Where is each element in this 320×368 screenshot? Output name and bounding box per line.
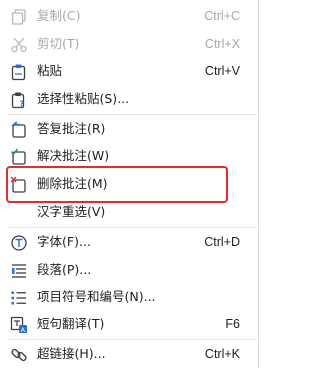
menu-item-resolve-comment[interactable]: 解决批注(W) <box>0 142 258 170</box>
menu-item-label: 超链接(H)... <box>37 346 106 361</box>
bullet-list-icon <box>10 289 28 307</box>
menu-item-label: 粘贴 <box>37 63 63 78</box>
menu-item-delete-comment[interactable]: 删除批注(M) <box>0 170 258 198</box>
menu-item-hyperlink[interactable]: 超链接(H)... Ctrl+K <box>0 340 258 368</box>
menu-item-shortcut: Ctrl+X <box>204 37 240 51</box>
menu-item-label: 解决批注(W) <box>37 148 110 163</box>
menu-item-reselect-chinese[interactable]: 汉字重选(V) <box>0 198 258 226</box>
menu-item-label: 选择性粘贴(S)... <box>37 91 130 106</box>
paste-icon <box>10 63 28 81</box>
menu-item-label: 汉字重选(V) <box>37 204 106 219</box>
menu-item-shortcut: Ctrl+K <box>204 347 240 361</box>
reply-comment-icon <box>10 121 28 139</box>
menu-item-label: 删除批注(M) <box>37 176 108 191</box>
menu-item-copy[interactable]: 复制(C) Ctrl+C <box>0 2 258 30</box>
menu-item-label: 段落(P)... <box>37 262 92 277</box>
menu-item-reply-comment[interactable]: 答复批注(R) <box>0 115 258 143</box>
menu-item-shortcut: Ctrl+C <box>204 9 240 23</box>
menu-item-shortcut: F6 <box>225 317 240 331</box>
menu-item-shortcut: Ctrl+V <box>204 64 240 78</box>
resolve-comment-icon <box>10 148 28 166</box>
menu-item-label: 剪切(T) <box>37 36 80 51</box>
menu-item-font[interactable]: 字体(F)... Ctrl+D <box>0 228 258 256</box>
delete-comment-icon <box>10 176 28 194</box>
paste-special-icon: ? <box>10 91 28 109</box>
menu-item-paragraph[interactable]: 段落(P)... <box>0 256 258 284</box>
menu-item-cut[interactable]: 剪切(T) Ctrl+X <box>0 30 258 58</box>
paragraph-icon <box>10 262 28 280</box>
menu-item-label: 复制(C) <box>37 8 81 23</box>
menu-item-label: 答复批注(R) <box>37 121 106 136</box>
svg-text:?: ? <box>20 100 25 109</box>
menu-item-translate[interactable]: A 短句翻译(T) F6 <box>0 310 258 338</box>
menu-item-paste[interactable]: 粘贴 Ctrl+V <box>0 57 258 85</box>
menu-item-label: 字体(F)... <box>37 234 91 249</box>
svg-text:A: A <box>21 326 26 334</box>
menu-item-label: 项目符号和编号(N)... <box>37 289 156 304</box>
menu-item-label: 短句翻译(T) <box>37 316 105 331</box>
menu-item-shortcut: Ctrl+D <box>204 235 240 249</box>
translate-icon: A <box>10 316 28 334</box>
hyperlink-icon <box>10 346 28 364</box>
context-menu: 复制(C) Ctrl+C 剪切(T) Ctrl+X 粘贴 Ctrl+V ? 选择… <box>0 0 259 368</box>
menu-item-paste-special[interactable]: ? 选择性粘贴(S)... <box>0 85 258 113</box>
font-icon <box>10 234 28 252</box>
scissors-icon <box>10 36 28 54</box>
copy-icon <box>10 8 28 26</box>
menu-item-bullets-numbering[interactable]: 项目符号和编号(N)... <box>0 283 258 311</box>
